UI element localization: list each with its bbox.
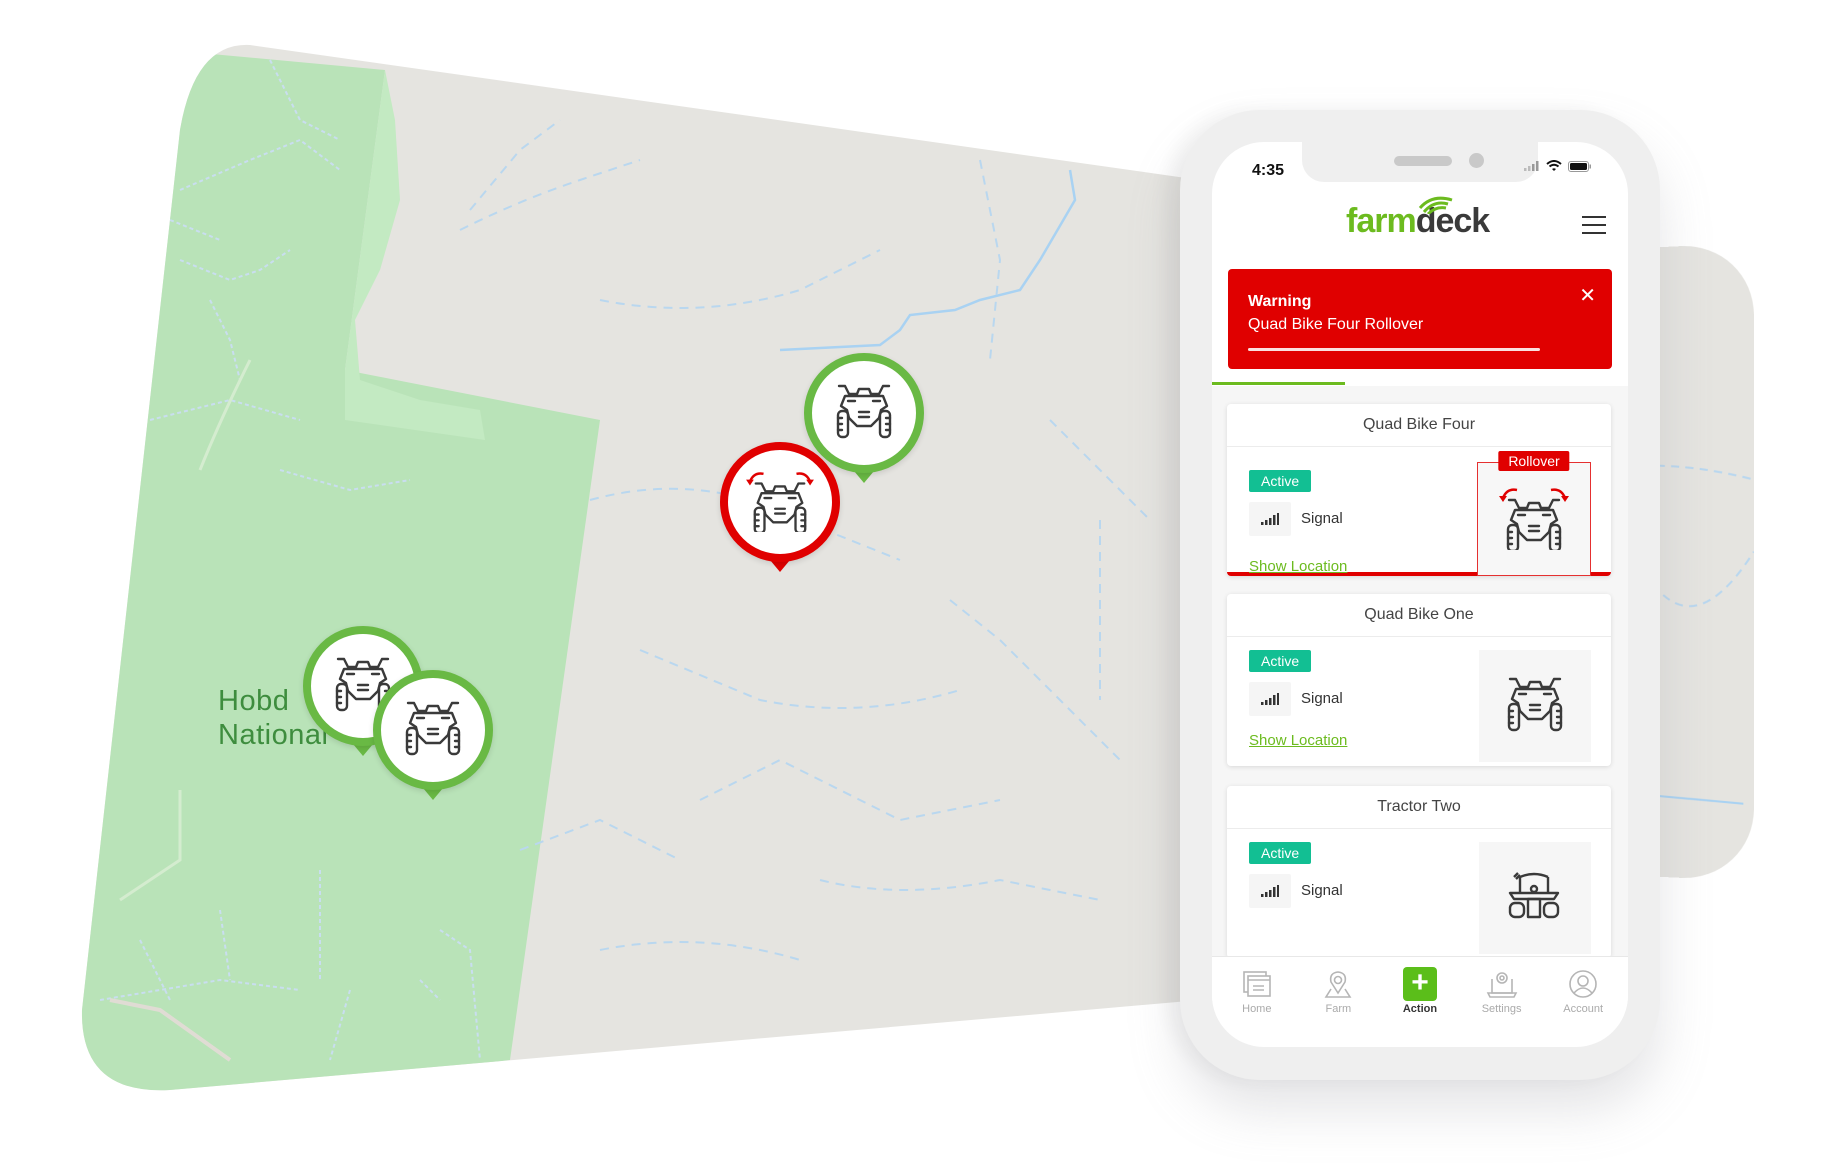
quad-bike-pin-2[interactable] (373, 670, 493, 810)
device-image (1479, 842, 1591, 954)
device-card-quad-bike-one[interactable]: Quad Bike One Active Signal Show Locatio… (1227, 594, 1611, 766)
quad-bike-four-pin[interactable] (720, 442, 840, 582)
tractor-icon (1506, 871, 1564, 926)
warning-message: Quad Bike Four Rollover (1248, 316, 1424, 333)
app-header: farmdeck (1212, 192, 1628, 252)
warning-timer-bar (1248, 348, 1541, 351)
status-badge: Active (1249, 650, 1312, 672)
hamburger-menu-icon[interactable] (1582, 216, 1606, 240)
device-name: Quad Bike Four (1227, 404, 1611, 447)
show-location-link[interactable]: Show Location (1249, 558, 1347, 575)
signal-strength-icon (1249, 682, 1291, 716)
bottom-nav: Home Farm + Action Settings Account (1212, 956, 1628, 1026)
close-icon[interactable]: ✕ (1579, 283, 1596, 308)
rollover-tag: Rollover (1498, 451, 1570, 471)
wifi-icon (1546, 160, 1562, 171)
nav-home[interactable]: Home (1218, 957, 1296, 1026)
show-location-link[interactable]: Show Location (1249, 732, 1347, 749)
device-card-quad-bike-four[interactable]: Quad Bike Four Active Signal Show Locati… (1227, 404, 1611, 576)
signal-strength-icon (1249, 874, 1291, 908)
speaker (1394, 156, 1452, 166)
status-icons (1524, 160, 1592, 172)
quad-bike-icon (833, 382, 895, 445)
nav-label: Settings (1481, 1003, 1522, 1015)
farmdeck-logo[interactable]: farmdeck (1346, 196, 1490, 241)
tab-indicator (1212, 382, 1346, 385)
phone-screen: 4:35 farmdeck Warning Quad Bike Four Rol… (1212, 142, 1628, 1047)
device-name: Tractor Two (1227, 786, 1611, 829)
rollover-quad-icon (745, 468, 815, 537)
status-time: 4:35 (1252, 162, 1285, 179)
signal-label: Signal (1301, 510, 1343, 527)
nav-settings[interactable]: Settings (1463, 957, 1541, 1026)
camera (1469, 153, 1484, 168)
device-list[interactable]: Quad Bike Four Active Signal Show Locati… (1212, 386, 1628, 956)
nav-label: Account (1563, 1003, 1604, 1015)
plus-icon: + (1402, 967, 1437, 1001)
phone-notch (1302, 142, 1538, 182)
nav-label: Action (1402, 1003, 1438, 1015)
quad-bike-icon (1504, 675, 1566, 738)
account-icon (1544, 967, 1622, 1001)
home-icon (1218, 967, 1296, 1001)
device-image (1479, 650, 1591, 762)
nav-account[interactable]: Account (1544, 957, 1622, 1026)
signal-waves-icon (1418, 196, 1453, 214)
device-card-tractor-two[interactable]: Tractor Two Active Signal (1227, 786, 1611, 956)
signal-label: Signal (1301, 690, 1343, 707)
settings-icon (1463, 967, 1541, 1001)
nav-label: Home (1242, 1003, 1272, 1015)
status-badge: Active (1249, 842, 1312, 864)
cell-signal-icon (1524, 161, 1539, 171)
device-name: Quad Bike One (1227, 594, 1611, 637)
signal-label: Signal (1301, 882, 1343, 899)
warning-title: Warning (1248, 293, 1312, 310)
logo-farm-text: farm (1346, 202, 1417, 240)
map-pin-icon (1299, 967, 1377, 1001)
nav-label: Farm (1325, 1003, 1352, 1015)
signal-strength-icon (1249, 502, 1291, 536)
quad-bike-icon (402, 699, 464, 762)
device-image: Rollover (1477, 451, 1591, 576)
rollover-quad-icon (1499, 484, 1569, 555)
battery-icon (1568, 160, 1591, 172)
status-badge: Active (1249, 470, 1312, 492)
nav-action[interactable]: + Action (1381, 957, 1459, 1026)
phone-frame: 4:35 farmdeck Warning Quad Bike Four Rol… (1180, 110, 1660, 1080)
warning-banner: Warning Quad Bike Four Rollover ✕ (1228, 269, 1612, 369)
nav-farm[interactable]: Farm (1299, 957, 1377, 1026)
